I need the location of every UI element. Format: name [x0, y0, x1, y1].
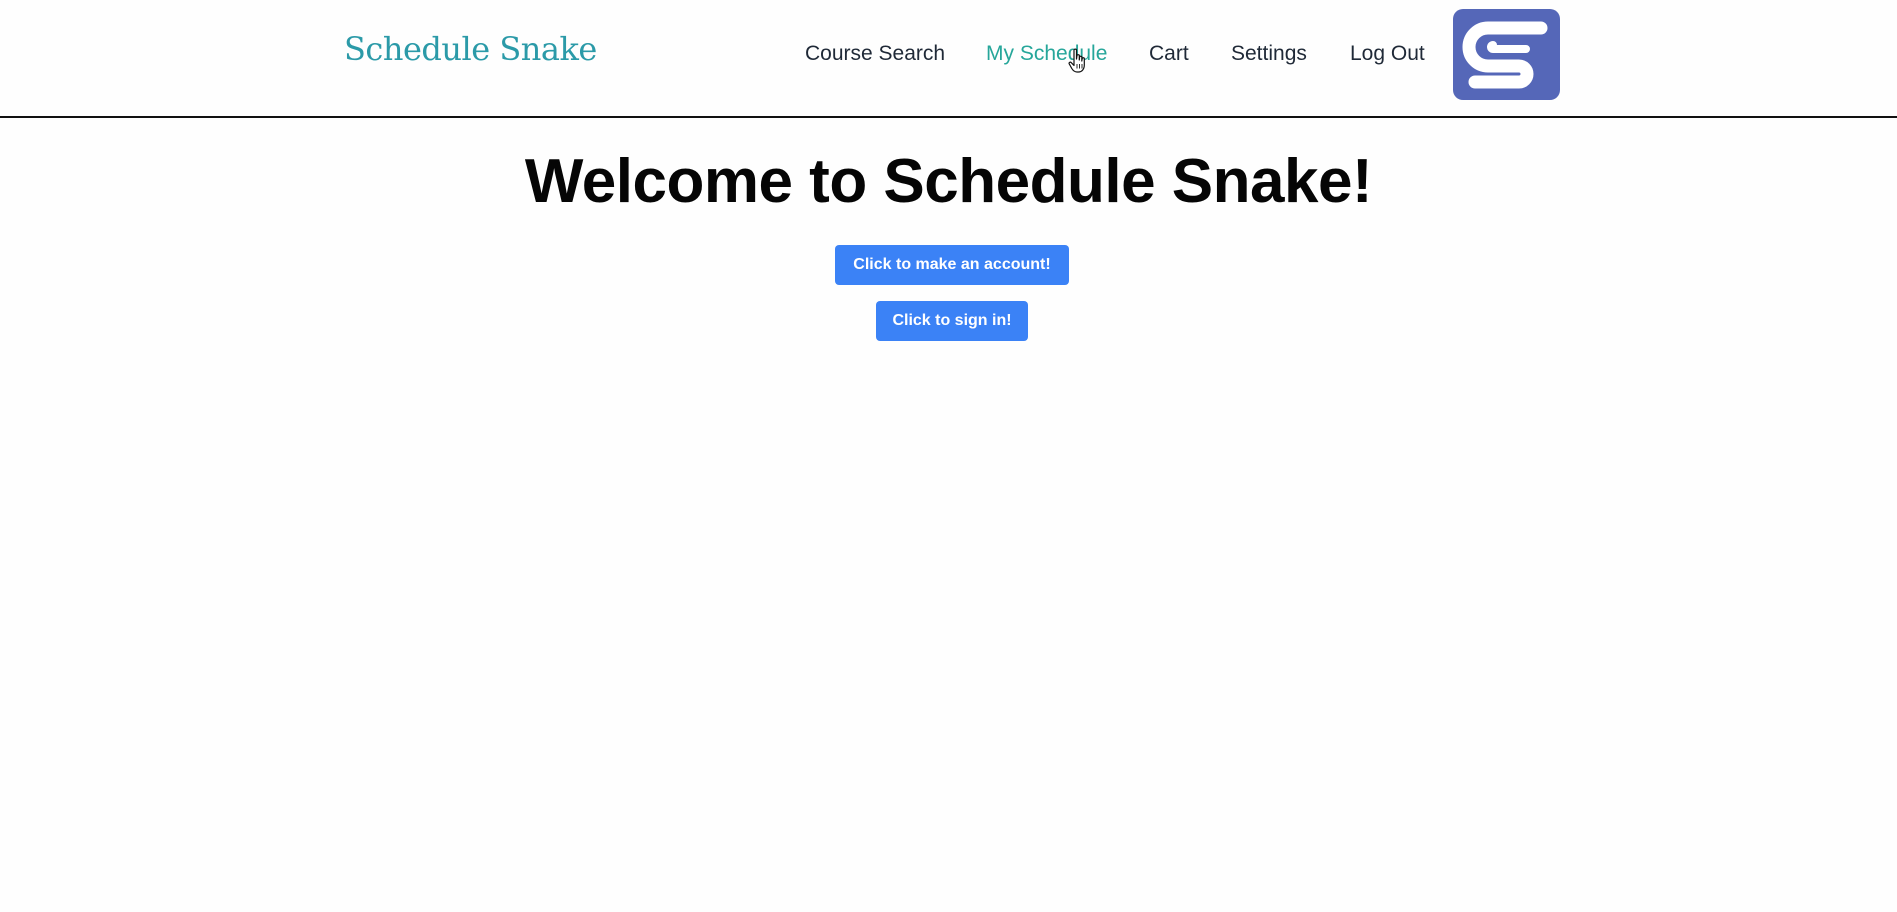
- sign-in-button[interactable]: Click to sign in!: [876, 301, 1028, 341]
- nav-settings[interactable]: Settings: [1231, 42, 1307, 66]
- nav-cart[interactable]: Cart: [1149, 42, 1189, 66]
- top-navbar: Schedule Snake Course Search My Schedule…: [0, 0, 1897, 118]
- nav-course-search[interactable]: Course Search: [805, 42, 945, 66]
- snake-s-logo-icon[interactable]: [1453, 9, 1560, 100]
- welcome-heading: Welcome to Schedule Snake!: [524, 147, 1373, 216]
- make-account-button[interactable]: Click to make an account!: [835, 245, 1069, 285]
- nav-log-out[interactable]: Log Out: [1350, 42, 1425, 66]
- nav-my-schedule[interactable]: My Schedule: [986, 42, 1107, 66]
- brand-link[interactable]: Schedule Snake: [344, 30, 597, 68]
